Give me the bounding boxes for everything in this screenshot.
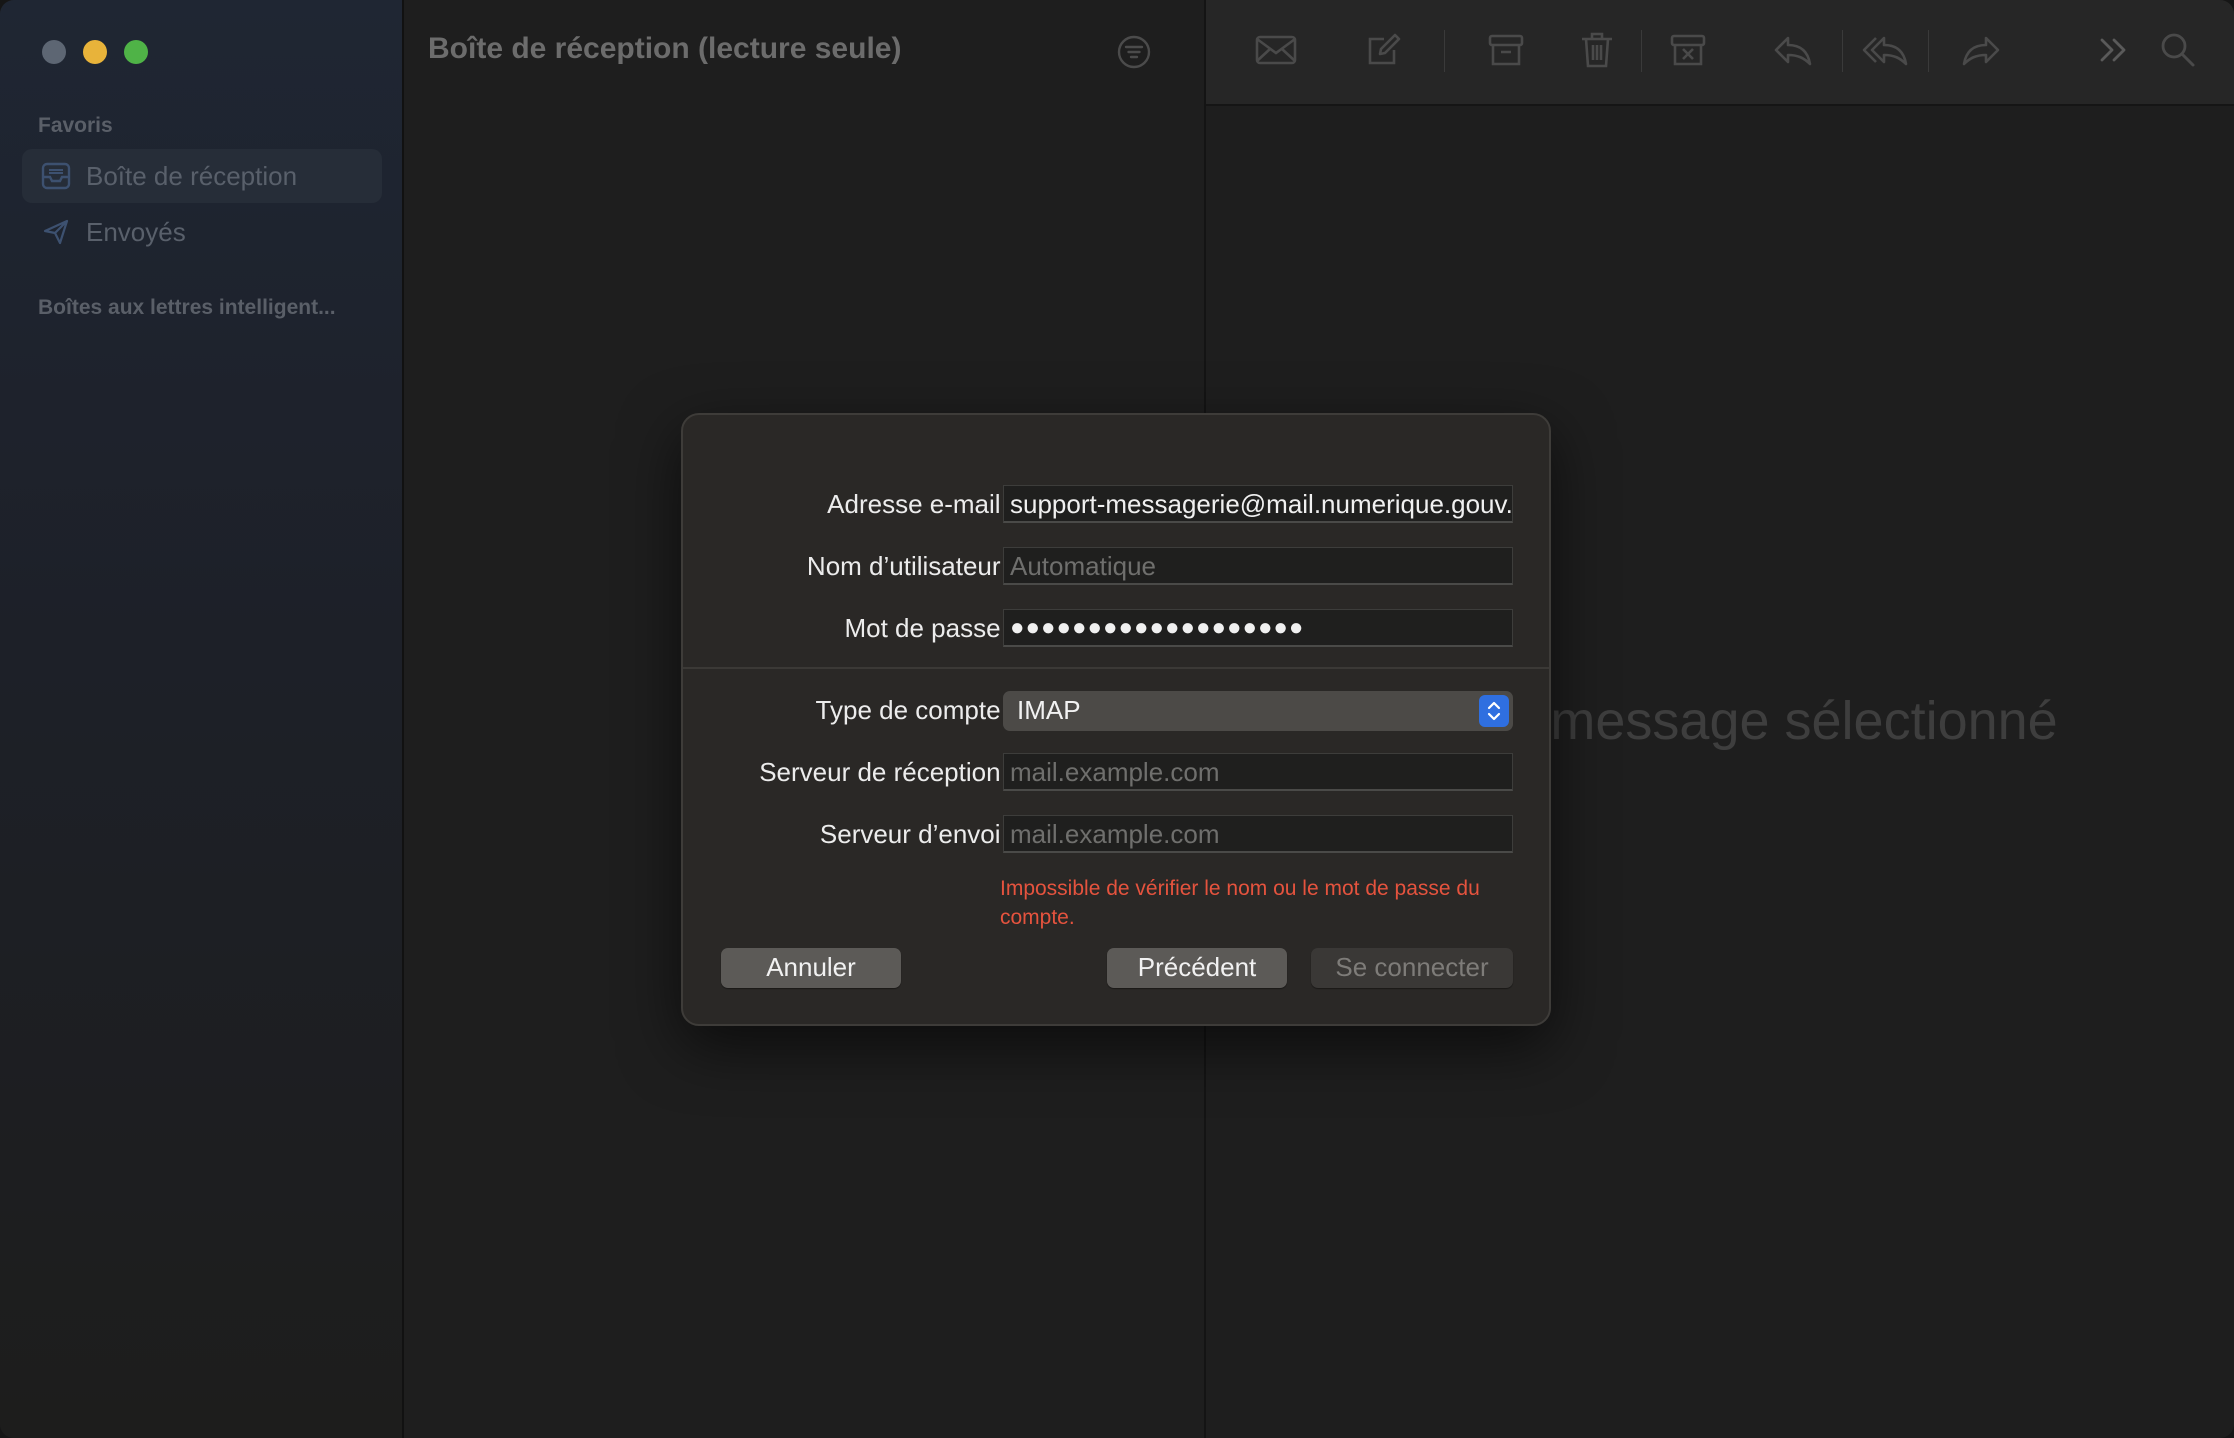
sidebar-item-label: Envoyés	[86, 216, 186, 247]
dialog-divider	[683, 667, 1549, 669]
account-type-row: Type de compte : IMAP	[683, 691, 1553, 731]
maximize-window-button[interactable]	[124, 40, 148, 64]
error-message: Impossible de vérifier le nom ou le mot …	[1000, 877, 1480, 929]
close-window-button[interactable]	[42, 40, 66, 64]
window-controls	[42, 40, 148, 64]
filter-icon[interactable]	[1116, 34, 1152, 75]
reply-icon[interactable]	[1772, 30, 1814, 75]
mail-window: Favoris Boîte de réception Envoyés Boîte…	[0, 0, 2234, 1438]
email-row: Adresse e-mail : support-messagerie@mail…	[683, 485, 1553, 525]
trash-icon[interactable]	[1578, 30, 1616, 75]
incoming-server-field[interactable]: mail.example.com	[1003, 753, 1513, 791]
favorites-heading: Favoris	[38, 114, 113, 137]
mailbox-title: Boîte de réception (lecture seule)	[428, 32, 902, 65]
account-type-value: IMAP	[1017, 695, 1081, 725]
toolbar	[1206, 0, 2234, 106]
email-field[interactable]: support-messagerie@mail.numerique.gouv.f…	[1003, 485, 1513, 523]
outgoing-server-row: Serveur d’envoi : mail.example.com	[683, 815, 1553, 855]
compose-icon[interactable]	[1364, 30, 1404, 75]
minimize-window-button[interactable]	[83, 40, 107, 64]
more-icon[interactable]	[2096, 30, 2132, 75]
username-field[interactable]: Automatique	[1003, 547, 1513, 585]
outgoing-server-label: Serveur d’envoi :	[819, 819, 1015, 849]
forward-icon[interactable]	[1960, 30, 2002, 75]
inbox-icon	[40, 160, 72, 192]
password-label: Mot de passe :	[844, 613, 1015, 643]
chevron-up-down-icon	[1479, 695, 1509, 727]
reply-all-icon[interactable]	[1862, 30, 1908, 75]
incoming-server-row: Serveur de réception : mail.example.com	[683, 753, 1553, 793]
account-type-label: Type de compte :	[815, 695, 1015, 725]
sidebar-item-inbox[interactable]: Boîte de réception	[22, 149, 382, 203]
smart-mailboxes-heading[interactable]: Boîtes aux lettres intelligent...	[38, 296, 336, 320]
archive-icon[interactable]	[1486, 30, 1526, 75]
back-button[interactable]: Précédent	[1107, 948, 1287, 988]
password-row: Mot de passe : ●●●●●●●●●●●●●●●●●●●	[683, 609, 1553, 649]
account-setup-dialog: Adresse e-mail : support-messagerie@mail…	[681, 413, 1551, 1026]
junk-icon[interactable]	[1668, 30, 1708, 75]
cancel-button[interactable]: Annuler	[721, 948, 901, 988]
connect-button[interactable]: Se connecter	[1311, 948, 1513, 988]
username-label: Nom d’utilisateur :	[806, 551, 1015, 581]
envelope-icon[interactable]	[1254, 30, 1298, 75]
search-icon[interactable]	[2158, 30, 2198, 75]
account-type-select[interactable]: IMAP	[1003, 691, 1513, 731]
sidebar-item-sent[interactable]: Envoyés	[22, 205, 382, 259]
incoming-server-label: Serveur de réception :	[759, 757, 1015, 787]
paper-plane-icon	[40, 216, 72, 248]
password-field[interactable]: ●●●●●●●●●●●●●●●●●●●	[1003, 609, 1513, 647]
username-row: Nom d’utilisateur : Automatique	[683, 547, 1553, 587]
sidebar-item-label: Boîte de réception	[86, 160, 298, 191]
sidebar: Favoris Boîte de réception Envoyés Boîte…	[0, 0, 404, 1438]
email-label: Adresse e-mail :	[827, 489, 1015, 519]
outgoing-server-field[interactable]: mail.example.com	[1003, 815, 1513, 853]
